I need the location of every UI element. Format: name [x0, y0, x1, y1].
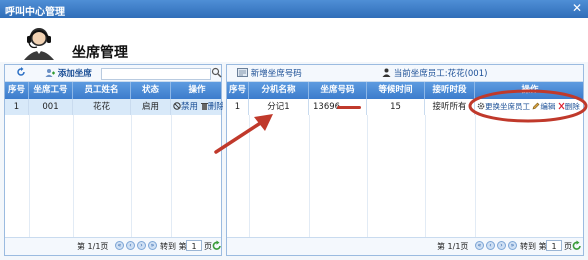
annotation-overlay [214, 89, 588, 154]
annotation-arrow-shaft [214, 120, 264, 154]
annotation-arrow-head [254, 114, 273, 131]
highlight-ellipse [468, 89, 588, 123]
